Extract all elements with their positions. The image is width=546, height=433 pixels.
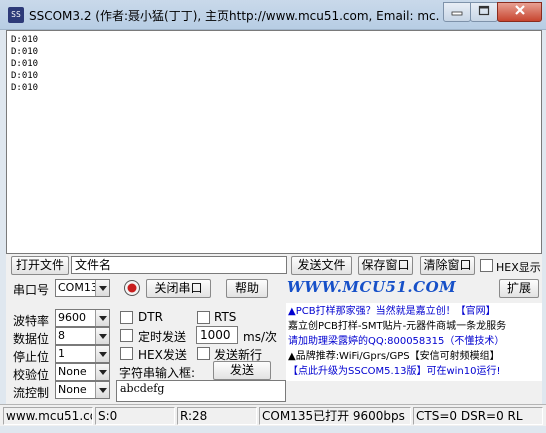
- rts-checkbox[interactable]: [197, 311, 210, 324]
- parity-value: None: [58, 365, 87, 378]
- stopbits-select[interactable]: 1: [55, 345, 110, 363]
- maximize-button[interactable]: [470, 2, 498, 22]
- window-title: SSCOM3.2 (作者:聂小猛(丁丁), 主页http://www.mcu51…: [29, 9, 439, 23]
- receive-area[interactable]: D:010 D:010 D:010 D:010 D:010: [6, 30, 542, 254]
- close-port-button[interactable]: 关闭串口: [146, 279, 211, 298]
- interval-unit: ms/次: [243, 330, 277, 344]
- baud-label: 波特率: [13, 314, 50, 328]
- parity-label: 校验位: [13, 368, 50, 382]
- ad-line-4[interactable]: ▲品牌推荐:WiFi/Gprs/GPS【安信可射频模组】: [288, 350, 500, 363]
- stopbits-value: 1: [58, 347, 65, 360]
- flow-value: None: [58, 383, 87, 396]
- close-button[interactable]: [497, 2, 542, 22]
- receive-line: D:010: [11, 83, 39, 93]
- dtr-label: DTR: [138, 310, 163, 324]
- clear-window-button[interactable]: 清除窗口: [420, 256, 475, 275]
- ad-panel: ▲PCB打样那家强？当然就是嘉立创！【官网】 嘉立创PCB打样-SMT贴片-元器…: [286, 303, 542, 381]
- title-bar: SS SSCOM3.2 (作者:聂小猛(丁丁), 主页http://www.mc…: [0, 0, 546, 30]
- minimize-icon: [451, 11, 463, 16]
- status-port: COM135已打开 9600bps: [259, 407, 411, 425]
- chevron-down-icon: [95, 382, 109, 398]
- status-bar: www.mcu51.cor S:0 R:28 COM135已打开 9600bps…: [0, 404, 546, 426]
- filename-input[interactable]: 文件名: [71, 256, 287, 274]
- databits-label: 数据位: [13, 332, 50, 346]
- chevron-down-icon: [95, 280, 109, 296]
- window-bottom-border: [0, 426, 546, 433]
- ad-line-3[interactable]: 请加助理梁露婷的QQ:800058315（不懂技术）: [288, 335, 504, 348]
- receive-line: D:010: [11, 71, 39, 81]
- status-received-count: R:28: [177, 407, 257, 425]
- chevron-down-icon: [95, 310, 109, 326]
- status-signals: CTS=0 DSR=0 RL: [413, 407, 543, 425]
- databits-value: 8: [58, 329, 65, 342]
- port-select[interactable]: COM135: [55, 279, 110, 297]
- receive-line: D:010: [11, 59, 39, 69]
- close-icon: [514, 5, 525, 15]
- baud-select[interactable]: 9600: [55, 309, 110, 327]
- status-website: www.mcu51.cor: [3, 407, 93, 425]
- ad-line-1[interactable]: ▲PCB打样那家强？当然就是嘉立创！【官网】: [288, 305, 496, 318]
- status-sent-count: S:0: [95, 407, 175, 425]
- dtr-checkbox[interactable]: [120, 311, 133, 324]
- hex-send-label: HEX发送: [138, 348, 187, 362]
- flow-select[interactable]: None: [55, 381, 110, 399]
- hex-send-checkbox[interactable]: [120, 347, 133, 360]
- hex-display-label: HEX显示: [496, 261, 541, 274]
- parity-select[interactable]: None: [55, 363, 110, 381]
- stopbits-label: 停止位: [13, 350, 50, 364]
- baud-value: 9600: [58, 311, 86, 324]
- expand-button[interactable]: 扩展: [499, 279, 539, 298]
- open-file-button[interactable]: 打开文件: [11, 256, 69, 275]
- databits-select[interactable]: 8: [55, 327, 110, 345]
- input-label: 字符串输入框:: [119, 366, 196, 380]
- receive-line: D:010: [11, 47, 39, 57]
- chevron-down-icon: [95, 364, 109, 380]
- minimize-button[interactable]: [443, 2, 471, 22]
- ad-official-link[interactable]: 【官网】: [456, 306, 496, 317]
- send-file-button[interactable]: 发送文件: [291, 256, 352, 275]
- chevron-down-icon: [95, 328, 109, 344]
- flow-label: 流控制: [13, 386, 50, 400]
- timed-send-label: 定时发送: [138, 330, 187, 344]
- send-input[interactable]: abcdefg: [116, 380, 286, 402]
- save-window-button[interactable]: 保存窗口: [358, 256, 413, 275]
- chevron-down-icon: [95, 346, 109, 362]
- status-light-icon: [124, 280, 140, 296]
- port-label: 串口号: [13, 283, 50, 297]
- rts-label: RTS: [214, 310, 237, 324]
- ad-line-5[interactable]: 【点此升级为SSCOM5.13版】可在win10运行!: [288, 365, 500, 378]
- interval-input[interactable]: 1000: [196, 326, 238, 344]
- send-button[interactable]: 发送: [213, 361, 271, 380]
- maximize-icon: [478, 5, 490, 16]
- help-button[interactable]: 帮助: [226, 279, 268, 298]
- hex-display-checkbox[interactable]: [480, 259, 493, 272]
- serial-port-icon: SS: [8, 7, 24, 23]
- receive-line: D:010: [11, 35, 39, 45]
- send-newline-checkbox[interactable]: [197, 347, 210, 360]
- website-logo[interactable]: WWW.MCU51.COM: [287, 278, 456, 296]
- timed-send-checkbox[interactable]: [120, 329, 133, 342]
- ad-line-2[interactable]: 嘉立创PCB打样-SMT贴片-元器件商城一条龙服务: [288, 320, 506, 333]
- ad-line-1-text: ▲PCB打样那家强？当然就是嘉立创！: [288, 306, 456, 317]
